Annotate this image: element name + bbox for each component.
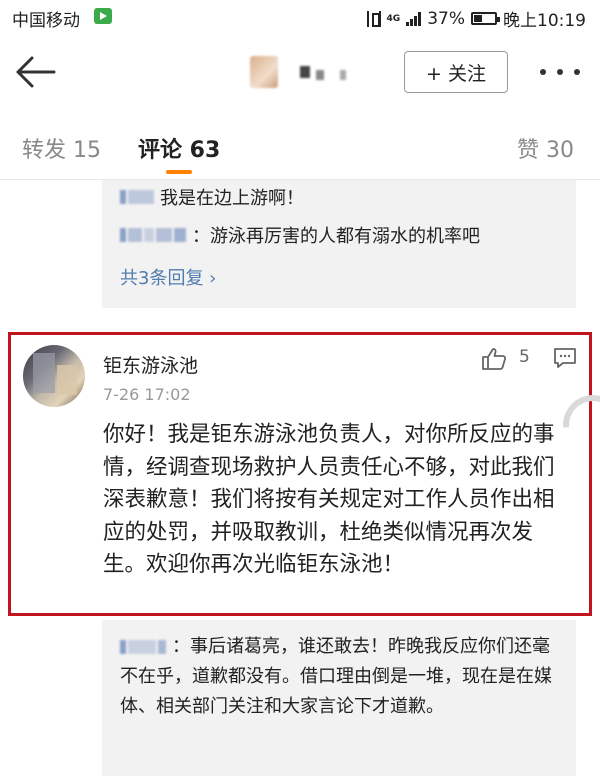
reply-text: ：事后诸葛亮，谁还敢去！昨晚我反应你们还毫不在乎，道歉都没有。借口理由倒是一堆，…	[120, 636, 552, 717]
tab-like[interactable]: 赞 30	[517, 132, 574, 164]
more-options-icon[interactable]	[540, 62, 580, 82]
vibrate-icon	[366, 10, 381, 27]
network-type: 4G	[386, 13, 401, 24]
video-app-icon	[94, 8, 112, 24]
highlighted-comment: 钜东游泳池 7-26 17:02 5 你好！我是钜东游泳池负责人，对你所反应的事…	[8, 332, 600, 616]
tab-repost[interactable]: 转发 15	[22, 132, 101, 164]
status-bar: 中国移动 4G 37% 晚上10:19	[0, 0, 600, 34]
like-count: 5	[519, 347, 530, 367]
view-more-replies-link[interactable]: 共3条回复 ›	[120, 264, 216, 290]
blurred-username	[120, 640, 166, 654]
active-tab-indicator	[166, 170, 192, 174]
commenter-avatar[interactable]	[23, 345, 85, 407]
battery-icon	[471, 12, 500, 25]
thumbs-up-icon[interactable]	[481, 347, 507, 371]
reply-comment-icon[interactable]	[553, 347, 577, 369]
reply-thread: ：事后诸葛亮，谁还敢去！昨晚我反应你们还毫不在乎，道歉都没有。借口理由倒是一堆，…	[102, 620, 576, 776]
reply-text: ：游泳再厉害的人都有溺水的机率吧	[192, 226, 480, 247]
status-icons: 4G 37% 晚上10:19	[366, 6, 586, 31]
clock: 晚上10:19	[503, 11, 586, 31]
reply-item: ：事后诸葛亮，谁还敢去！昨晚我反应你们还毫不在乎，道歉都没有。借口理由倒是一堆，…	[120, 632, 564, 722]
commenter-name[interactable]: 钜东游泳池	[103, 351, 198, 378]
reply-thread: 我是在边上游啊！ ：游泳再厉害的人都有溺水的机率吧 共3条回复 ›	[102, 180, 576, 308]
signal-icon	[406, 11, 422, 26]
poster-name-blur	[340, 70, 346, 80]
blurred-username	[120, 190, 154, 204]
back-arrow-icon[interactable]	[14, 54, 58, 90]
tab-comment[interactable]: 评论 63	[138, 132, 220, 164]
follow-button[interactable]: + 关注	[404, 51, 508, 93]
poster-name-blur	[316, 70, 324, 80]
blurred-username	[120, 228, 186, 242]
poster-avatar[interactable]	[250, 56, 278, 88]
reply-text: 我是在边上游啊！	[160, 188, 304, 209]
reply-item: 我是在边上游啊！	[120, 184, 304, 210]
reply-item: ：游泳再厉害的人都有溺水的机率吧	[120, 222, 480, 248]
carrier-name: 中国移动	[12, 11, 80, 31]
poster-name-blur	[300, 66, 310, 78]
tab-bar: 转发 15 评论 63 赞 30	[0, 118, 600, 180]
nav-bar: + 关注	[0, 38, 600, 108]
comment-body: 你好！我是钜东游泳池负责人，对你所反应的事情，经调查现场救护人员责任心不够，对此…	[103, 422, 555, 577]
battery-percent: 37%	[427, 8, 465, 29]
comment-time: 7-26 17:02	[103, 385, 191, 404]
